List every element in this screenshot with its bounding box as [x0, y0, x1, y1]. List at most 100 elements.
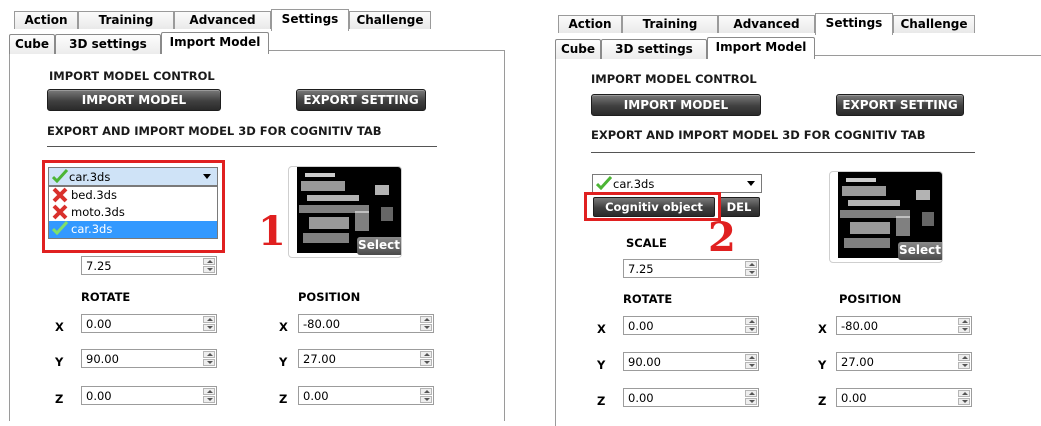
subtab-label: Cube	[560, 42, 596, 56]
tab-label: Settings	[281, 12, 339, 26]
subtab-3d-settings[interactable]: 3D settings	[601, 39, 707, 59]
spin-up-icon[interactable]	[958, 354, 970, 361]
spin-up-icon[interactable]	[420, 388, 432, 395]
export-setting-button[interactable]: EXPORT SETTING	[836, 94, 964, 116]
spin-down-icon[interactable]	[958, 362, 970, 369]
rotate-y-input[interactable]: 90.00	[81, 349, 217, 368]
spinner[interactable]	[420, 388, 432, 403]
rotate-z-value: 0.00	[628, 391, 654, 405]
position-axis-y: Y	[818, 358, 827, 372]
spin-up-icon[interactable]	[745, 354, 757, 361]
preview-select-button[interactable]: Select	[898, 242, 942, 260]
spin-up-icon[interactable]	[745, 318, 757, 325]
scale-input[interactable]: 7.25	[623, 259, 759, 278]
tab-settings[interactable]: Settings	[271, 9, 349, 31]
spinner[interactable]	[420, 351, 432, 366]
spin-down-icon[interactable]	[745, 362, 757, 369]
subtab-cube[interactable]: Cube	[555, 39, 601, 59]
position-x-input[interactable]: -80.00	[298, 314, 434, 333]
position-axis-x: X	[818, 322, 827, 336]
tab-label: Challenge	[356, 13, 424, 27]
import-control-title: IMPORT MODEL CONTROL	[591, 72, 757, 86]
subtab-import-model[interactable]: Import Model	[707, 37, 815, 59]
rotate-x-input[interactable]: 0.00	[81, 314, 217, 333]
rotate-axis-z: Z	[597, 394, 606, 408]
spin-down-icon[interactable]	[420, 359, 432, 366]
spin-up-icon[interactable]	[203, 316, 215, 323]
tab-action[interactable]: Action	[558, 15, 622, 33]
spin-down-icon[interactable]	[203, 396, 215, 403]
tab-advanced[interactable]: Advanced	[718, 15, 815, 33]
spinner[interactable]	[745, 390, 757, 405]
spin-up-icon[interactable]	[745, 261, 757, 268]
position-label: POSITION	[298, 290, 361, 304]
tab-label: Action	[24, 13, 68, 27]
subtab-import-model[interactable]: Import Model	[161, 32, 269, 54]
position-z-input[interactable]: 0.00	[298, 386, 434, 405]
subtab-3d-settings[interactable]: 3D settings	[55, 34, 161, 54]
position-axis-y: Y	[279, 355, 288, 369]
rotate-axis-y: Y	[55, 355, 64, 369]
spin-up-icon[interactable]	[203, 388, 215, 395]
spin-down-icon[interactable]	[420, 324, 432, 331]
spin-up-icon[interactable]	[420, 316, 432, 323]
chevron-down-icon	[747, 181, 755, 186]
position-z-input[interactable]: 0.00	[836, 388, 972, 407]
position-x-input[interactable]: -80.00	[836, 316, 972, 335]
tab-challenge[interactable]: Challenge	[349, 11, 431, 29]
spinner[interactable]	[745, 354, 757, 369]
spin-down-icon[interactable]	[958, 326, 970, 333]
model-select[interactable]: car.3ds	[592, 174, 762, 193]
spinner[interactable]	[958, 354, 970, 369]
position-y-input[interactable]: 27.00	[298, 349, 434, 368]
import-model-button[interactable]: IMPORT MODEL	[591, 94, 761, 116]
export-setting-button[interactable]: EXPORT SETTING	[296, 89, 426, 111]
spin-up-icon[interactable]	[958, 318, 970, 325]
tab-challenge[interactable]: Challenge	[893, 15, 975, 33]
position-y-input[interactable]: 27.00	[836, 352, 972, 371]
spinner[interactable]	[203, 258, 215, 273]
tab-settings[interactable]: Settings	[815, 13, 893, 35]
rotate-label: ROTATE	[623, 292, 673, 306]
rotate-z-input[interactable]: 0.00	[81, 386, 217, 405]
subtab-label: 3D settings	[615, 42, 693, 56]
spin-up-icon[interactable]	[420, 351, 432, 358]
rotate-y-input[interactable]: 90.00	[623, 352, 759, 371]
scale-input[interactable]: 7.25	[81, 256, 217, 275]
spin-down-icon[interactable]	[745, 398, 757, 405]
spin-up-icon[interactable]	[958, 390, 970, 397]
tab-label: Challenge	[900, 17, 968, 31]
spin-up-icon[interactable]	[745, 390, 757, 397]
spinner[interactable]	[203, 351, 215, 366]
spin-up-icon[interactable]	[203, 258, 215, 265]
import-model-button[interactable]: IMPORT MODEL	[47, 89, 221, 111]
spin-down-icon[interactable]	[745, 269, 757, 276]
spinner[interactable]	[745, 318, 757, 333]
spin-down-icon[interactable]	[203, 266, 215, 273]
model-preview: Select	[829, 171, 943, 263]
model-select-value: car.3ds	[613, 177, 655, 191]
spin-down-icon[interactable]	[745, 326, 757, 333]
subtab-cube[interactable]: Cube	[9, 34, 55, 54]
position-y-value: 27.00	[303, 352, 336, 366]
spinner[interactable]	[958, 318, 970, 333]
spin-down-icon[interactable]	[203, 324, 215, 331]
rotate-x-input[interactable]: 0.00	[623, 316, 759, 335]
spin-up-icon[interactable]	[203, 351, 215, 358]
rotate-z-input[interactable]: 0.00	[623, 388, 759, 407]
tab-training[interactable]: Training	[622, 15, 718, 33]
spin-down-icon[interactable]	[203, 359, 215, 366]
spinner[interactable]	[420, 316, 432, 331]
spin-down-icon[interactable]	[420, 396, 432, 403]
spinner[interactable]	[958, 390, 970, 405]
spinner[interactable]	[203, 388, 215, 403]
spin-down-icon[interactable]	[958, 398, 970, 405]
tab-advanced[interactable]: Advanced	[174, 11, 271, 29]
preview-select-button[interactable]: Select	[357, 237, 401, 255]
tab-training[interactable]: Training	[78, 11, 174, 29]
spinner[interactable]	[745, 261, 757, 276]
rotate-axis-z: Z	[55, 392, 64, 406]
tab-action[interactable]: Action	[14, 11, 78, 29]
spinner[interactable]	[203, 316, 215, 331]
rotate-axis-x: X	[55, 320, 64, 334]
